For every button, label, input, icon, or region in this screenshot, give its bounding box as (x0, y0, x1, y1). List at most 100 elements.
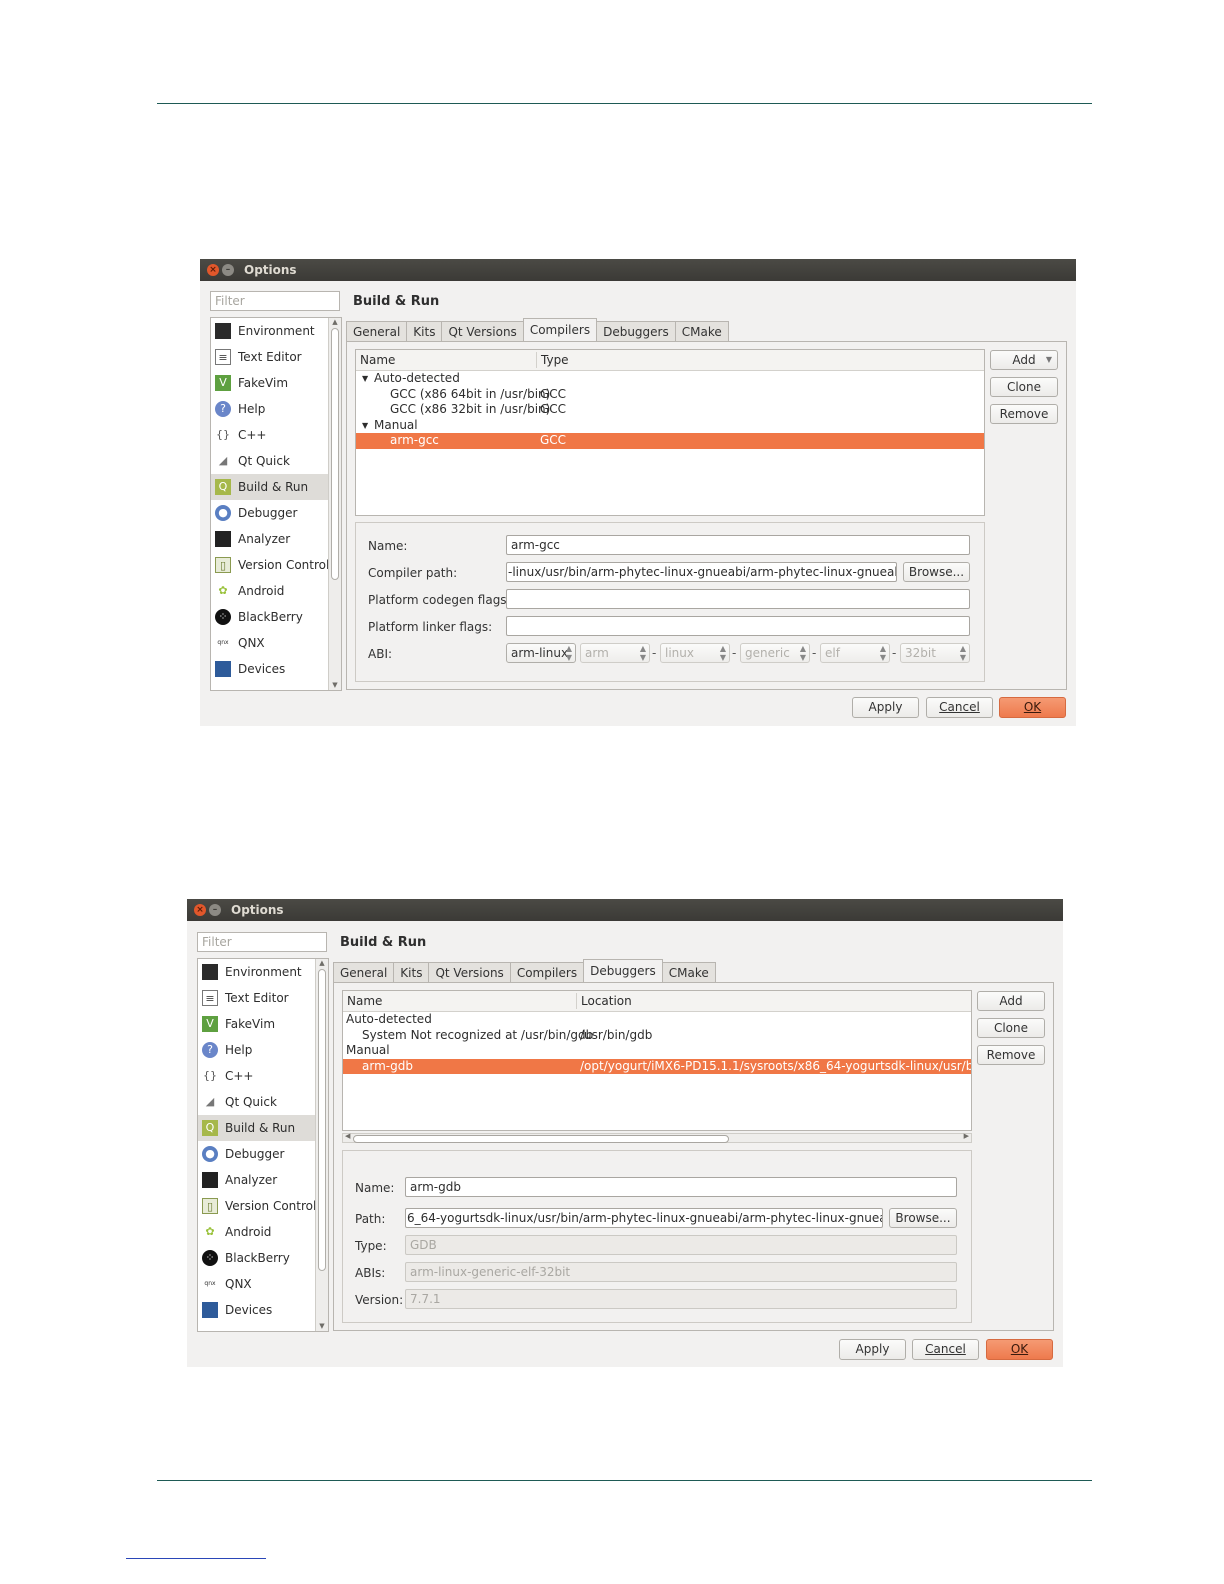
sidebar-item-text-editor[interactable]: ≡ Text Editor (211, 344, 341, 370)
scroll-up-icon[interactable]: ▲ (316, 959, 328, 967)
tab-qt-versions[interactable]: Qt Versions (441, 321, 524, 341)
expand-arrow-icon[interactable]: ▼ (362, 418, 368, 434)
scroll-right-icon[interactable]: ▶ (964, 1132, 969, 1140)
name-field[interactable]: arm-gdb (405, 1177, 957, 1197)
sidebar-item-qnx[interactable]: qnx QNX (211, 630, 341, 656)
tree-group-auto-detected[interactable]: Auto-detected (343, 1012, 971, 1028)
tree-row[interactable]: GCC (x86 64bit in /usr/bin) GCC (356, 387, 984, 403)
tree-group-manual[interactable]: Manual (343, 1043, 971, 1059)
tab-compilers[interactable]: Compilers (509, 962, 585, 982)
sidebar-scrollbar[interactable]: ▲ ▼ (315, 959, 328, 1331)
tree-horizontal-scrollbar[interactable]: ◀ ▶ (342, 1132, 972, 1143)
column-header-type[interactable]: Type (541, 353, 569, 367)
scroll-down-icon[interactable]: ▼ (316, 1322, 328, 1330)
close-icon[interactable]: × (207, 264, 219, 276)
remove-button[interactable]: Remove (977, 1045, 1045, 1065)
column-header-name[interactable]: Name (360, 353, 395, 367)
sidebar-item-fakevim[interactable]: V FakeVim (198, 1011, 328, 1037)
name-field[interactable]: arm-gcc (506, 535, 970, 555)
tab-debuggers[interactable]: Debuggers (596, 321, 676, 341)
sidebar-item-qnx[interactable]: qnx QNX (198, 1271, 328, 1297)
sidebar-item-devices[interactable]: Devices (211, 656, 341, 682)
add-button[interactable]: Add ▼ (990, 350, 1058, 370)
sidebar-item-qt-quick[interactable]: ◢ Qt Quick (211, 448, 341, 474)
sidebar-item-devices[interactable]: Devices (198, 1297, 328, 1323)
tree-group-manual[interactable]: ▼ Manual (356, 418, 984, 434)
close-icon[interactable]: × (194, 904, 206, 916)
tree-row-selected[interactable]: arm-gdb /opt/yogurt/iMX6-PD15.1.1/sysroo… (343, 1058, 971, 1074)
category-sidebar[interactable]: Environment ≡ Text Editor V FakeVim? Help {} C+… (197, 958, 329, 1332)
sidebar-item-version-control[interactable]: ▯ Version Control (198, 1193, 328, 1219)
sidebar-item-environment[interactable]: Environment (198, 959, 328, 985)
sidebar-item-debugger[interactable]: ● Debugger (198, 1141, 328, 1167)
scroll-thumb[interactable] (318, 969, 326, 1271)
add-button[interactable]: Add (977, 991, 1045, 1011)
column-header-name[interactable]: Name (347, 994, 382, 1008)
sidebar-item-android[interactable]: ✿ Android (211, 578, 341, 604)
tab-debuggers[interactable]: Debuggers (583, 959, 663, 982)
tab-kits[interactable]: Kits (393, 962, 430, 982)
tree-row[interactable]: GCC (x86 32bit in /usr/bin) GCC (356, 402, 984, 418)
ok-button[interactable]: OK (999, 697, 1066, 718)
sidebar-item-android[interactable]: ✿ Android (198, 1219, 328, 1245)
minimize-icon[interactable]: – (209, 904, 221, 916)
sidebar-item-build-run[interactable]: Q Build & Run (211, 474, 341, 500)
tree-row-selected[interactable]: arm-gcc GCC (356, 433, 984, 449)
tab-qt-versions[interactable]: Qt Versions (428, 962, 511, 982)
cancel-button[interactable]: Cancel (926, 697, 993, 718)
tree-group-auto-detected[interactable]: ▼ Auto-detected (356, 371, 984, 387)
scroll-down-icon[interactable]: ▼ (329, 681, 341, 689)
tab-general[interactable]: General (346, 321, 408, 341)
scroll-thumb[interactable] (331, 328, 339, 580)
filter-input[interactable]: Filter (197, 932, 327, 952)
ok-button[interactable]: OK (986, 1339, 1053, 1360)
tab-general[interactable]: General (333, 962, 395, 982)
sidebar-item-qt-quick[interactable]: ◢ Qt Quick (198, 1089, 328, 1115)
sidebar-item-build-run[interactable]: Q Build & Run (198, 1115, 328, 1141)
minimize-icon[interactable]: – (222, 264, 234, 276)
scroll-thumb[interactable] (353, 1135, 729, 1143)
apply-button[interactable]: Apply (839, 1339, 906, 1360)
sidebar-item-analyzer[interactable]: Analyzer (198, 1167, 328, 1193)
apply-button[interactable]: Apply (852, 697, 919, 718)
category-sidebar[interactable]: Environment ≡ Text Editor V FakeVim? Help {} C+… (210, 317, 342, 691)
tab-compilers[interactable]: Compilers (522, 318, 598, 341)
sidebar-item-blackberry[interactable]: ⁘ BlackBerry (198, 1245, 328, 1271)
column-header-location[interactable]: Location (581, 994, 632, 1008)
sidebar-item-version-control[interactable]: ▯ Version Control (211, 552, 341, 578)
clone-button[interactable]: Clone (977, 1018, 1045, 1038)
sidebar-item-debugger[interactable]: ● Debugger (211, 500, 341, 526)
scroll-up-icon[interactable]: ▲ (329, 318, 341, 326)
expand-arrow-icon[interactable]: ▼ (362, 371, 368, 387)
sidebar-scrollbar[interactable]: ▲ ▼ (328, 318, 341, 690)
path-field[interactable]: 6_64-yogurtsdk-linux/usr/bin/arm-phytec-… (405, 1208, 883, 1228)
scroll-left-icon[interactable]: ◀ (345, 1132, 350, 1140)
compiler-path-field[interactable]: -linux/usr/bin/arm-phytec-linux-gnueabi/… (506, 562, 897, 582)
codegen-flags-field[interactable] (506, 589, 970, 609)
clone-button[interactable]: Clone (990, 377, 1058, 397)
filter-input[interactable]: Filter (210, 291, 340, 311)
sidebar-item-text-editor[interactable]: ≡ Text Editor (198, 985, 328, 1011)
browse-button[interactable]: Browse... (903, 562, 970, 582)
tab-cmake[interactable]: CMake (661, 962, 716, 982)
tree-row[interactable]: System Not recognized at /usr/bin/gdb /u… (343, 1028, 971, 1044)
sidebar-item-help[interactable]: ? Help (211, 396, 341, 422)
sidebar-item-help[interactable]: ? Help (198, 1037, 328, 1063)
compiler-tree[interactable]: Name Type ▼ Auto-detected GCC (x86 64bit… (355, 349, 985, 516)
debugger-tree[interactable]: Name Location Auto-detected System Not r… (342, 990, 972, 1131)
linker-flags-field[interactable] (506, 616, 970, 636)
abi-arch-combo[interactable]: arm-linux ▲ ▼ (506, 643, 576, 663)
sidebar-item-fakevim[interactable]: V FakeVim (211, 370, 341, 396)
sidebar-item-blackberry[interactable]: ⁘ BlackBerry (211, 604, 341, 630)
sidebar-item-environment[interactable]: Environment (211, 318, 341, 344)
sidebar-item-analyzer[interactable]: Analyzer (211, 526, 341, 552)
remove-button[interactable]: Remove (990, 404, 1058, 424)
browse-button[interactable]: Browse... (889, 1208, 957, 1228)
tab-kits[interactable]: Kits (406, 321, 443, 341)
sidebar-item-c[interactable]: {} C++ (198, 1063, 328, 1089)
sidebar-item-label: Environment (238, 324, 315, 338)
analyzer-icon (202, 1172, 218, 1188)
sidebar-item-c[interactable]: {} C++ (211, 422, 341, 448)
cancel-button[interactable]: Cancel (912, 1339, 979, 1360)
tab-cmake[interactable]: CMake (674, 321, 729, 341)
